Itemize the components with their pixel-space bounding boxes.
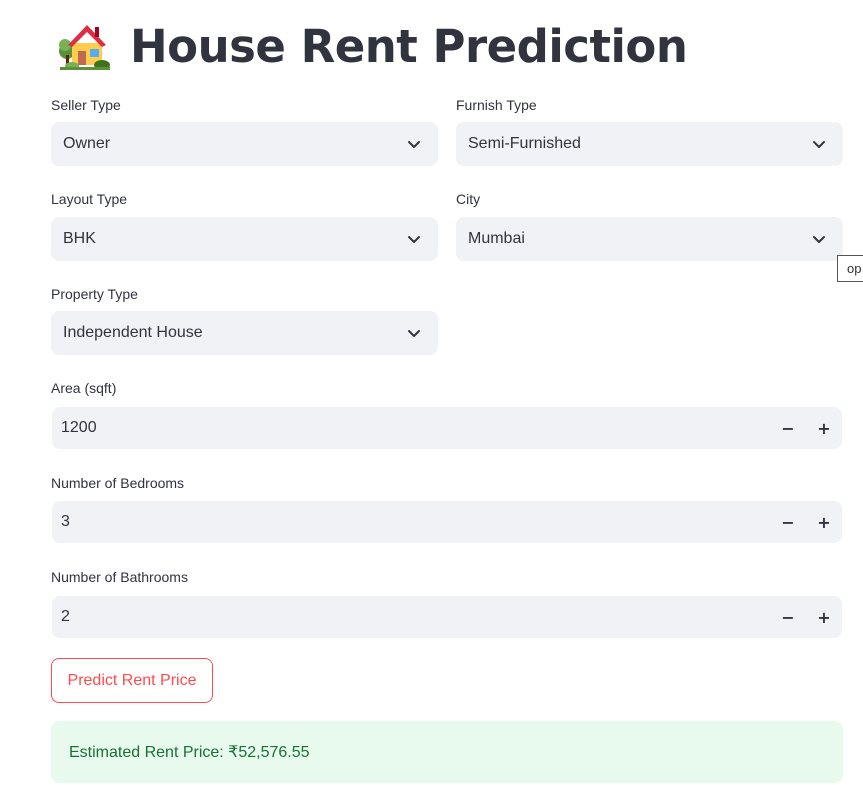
property-type-value: Independent House [63,324,203,341]
chevron-down-icon [408,141,420,148]
furnish-type-label: Furnish Type [456,97,537,113]
property-type-select[interactable]: Independent House [51,311,438,355]
page-title: House Rent Prediction [58,16,688,76]
layout-type-select[interactable]: BHK [51,217,438,261]
area-decrement-button[interactable]: − [770,407,806,449]
layout-type-value: BHK [63,230,96,247]
bathrooms-input[interactable] [52,595,770,639]
seller-type-select[interactable]: Owner [51,122,438,166]
chevron-down-icon [408,236,420,243]
bedrooms-label: Number of Bedrooms [51,475,185,491]
city-value: Mumbai [468,230,525,247]
bedrooms-input[interactable] [52,500,770,544]
area-input[interactable] [52,406,770,450]
city-label: City [456,191,481,207]
property-type-label: Property Type [51,286,138,302]
tooltip: op [837,255,863,282]
bedrooms-decrement-button[interactable]: − [770,501,806,543]
bathrooms-label: Number of Bathrooms [51,569,188,585]
layout-type-label: Layout Type [51,191,128,207]
bathrooms-increment-button[interactable]: + [806,596,842,638]
area-label: Area (sqft) [51,380,117,396]
bedrooms-number-input: − + [52,500,842,544]
furnish-type-value: Semi-Furnished [468,135,581,152]
page-title-text: House Rent Prediction [130,19,688,73]
area-number-input: − + [52,406,842,450]
success-alert: Estimated Rent Price: ₹52,576.55 [51,721,843,783]
estimated-rent-text: Estimated Rent Price: ₹52,576.55 [69,744,310,761]
predict-rent-button[interactable]: Predict Rent Price [51,658,213,703]
seller-type-label: Seller Type [51,97,121,113]
app-page: House Rent Prediction Seller Type Owner … [0,0,863,785]
furnish-type-select[interactable]: Semi-Furnished [456,122,843,166]
area-increment-button[interactable]: + [806,407,842,449]
city-select[interactable]: Mumbai [456,217,843,261]
chevron-down-icon [408,330,420,337]
bedrooms-increment-button[interactable]: + [806,501,842,543]
house-with-garden-icon [59,25,110,70]
bathrooms-decrement-button[interactable]: − [770,596,806,638]
chevron-down-icon [813,141,825,148]
seller-type-value: Owner [63,135,111,152]
chevron-down-icon [813,236,825,243]
bathrooms-number-input: − + [52,595,842,639]
